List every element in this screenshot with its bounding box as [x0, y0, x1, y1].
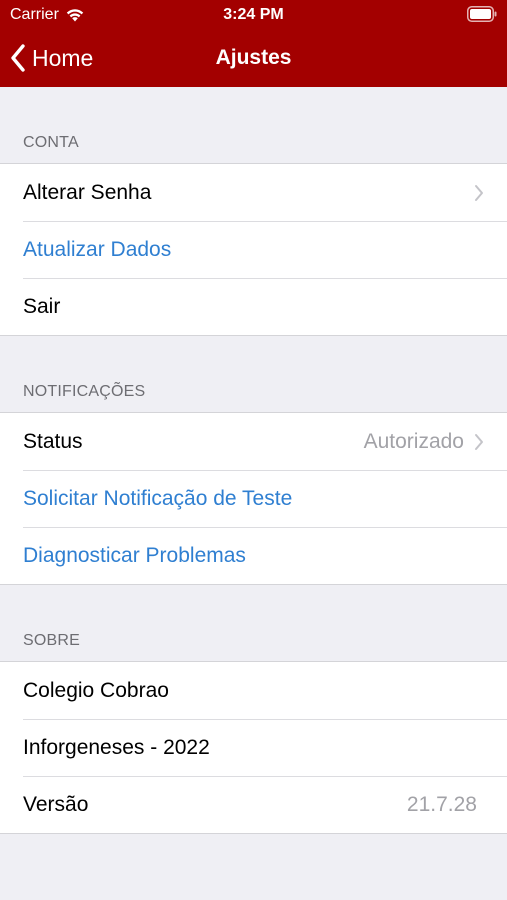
battery-icon: [467, 6, 497, 22]
version-value: 21.7.28: [406, 792, 477, 816]
row-sair[interactable]: Sair: [0, 278, 507, 335]
settings-screen: Carrier 3:24 PM Home Ajustes CONTA Alter…: [0, 0, 507, 900]
section-notificacoes: NOTIFICAÇÕES Status Autorizado Solicitar…: [0, 336, 507, 585]
group-conta: Alterar Senha Atualizar Dados Sair: [0, 163, 507, 336]
section-header-notificacoes: NOTIFICAÇÕES: [0, 336, 507, 412]
row-versao: Versão 21.7.28: [0, 776, 507, 833]
top-bar: Carrier 3:24 PM Home Ajustes: [0, 0, 507, 87]
row-label: Colegio Cobrao: [23, 678, 169, 702]
row-label: Versão: [23, 792, 89, 816]
section-header-label: CONTA: [23, 134, 79, 151]
row-label: Solicitar Notificação de Teste: [23, 486, 293, 510]
section-header-sobre: SOBRE: [0, 585, 507, 661]
row-label: Atualizar Dados: [23, 237, 172, 261]
row-alterar-senha[interactable]: Alterar Senha: [0, 164, 507, 221]
section-header-label: NOTIFICAÇÕES: [23, 383, 146, 400]
status-value: Autorizado: [363, 429, 464, 453]
row-label: Status: [23, 429, 83, 453]
navigation-bar: Home Ajustes: [0, 30, 507, 87]
row-label: Diagnosticar Problemas: [23, 543, 246, 567]
section-conta: CONTA Alterar Senha Atualizar Dados Sair: [0, 87, 507, 336]
row-inforgeneses: Inforgeneses - 2022: [0, 719, 507, 776]
row-colegio: Colegio Cobrao: [0, 662, 507, 719]
group-notificacoes: Status Autorizado Solicitar Notificação …: [0, 412, 507, 585]
row-solicitar-notificacao-teste[interactable]: Solicitar Notificação de Teste: [0, 470, 507, 527]
chevron-right-icon: [475, 433, 483, 450]
row-label: Inforgeneses - 2022: [23, 735, 210, 759]
row-diagnosticar-problemas[interactable]: Diagnosticar Problemas: [0, 527, 507, 584]
row-label: Alterar Senha: [23, 180, 152, 204]
chevron-right-icon: [475, 184, 483, 201]
section-sobre: SOBRE Colegio Cobrao Inforgeneses - 2022…: [0, 585, 507, 834]
row-label: Sair: [23, 294, 61, 318]
row-status[interactable]: Status Autorizado: [0, 413, 507, 470]
page-title: Ajustes: [215, 46, 292, 69]
row-atualizar-dados[interactable]: Atualizar Dados: [0, 221, 507, 278]
status-time: 3:24 PM: [223, 6, 284, 23]
section-header-conta: CONTA: [0, 87, 507, 163]
section-header-label: SOBRE: [23, 632, 81, 649]
status-bar: Carrier 3:24 PM: [0, 0, 507, 30]
group-sobre: Colegio Cobrao Inforgeneses - 2022 Versã…: [0, 661, 507, 834]
